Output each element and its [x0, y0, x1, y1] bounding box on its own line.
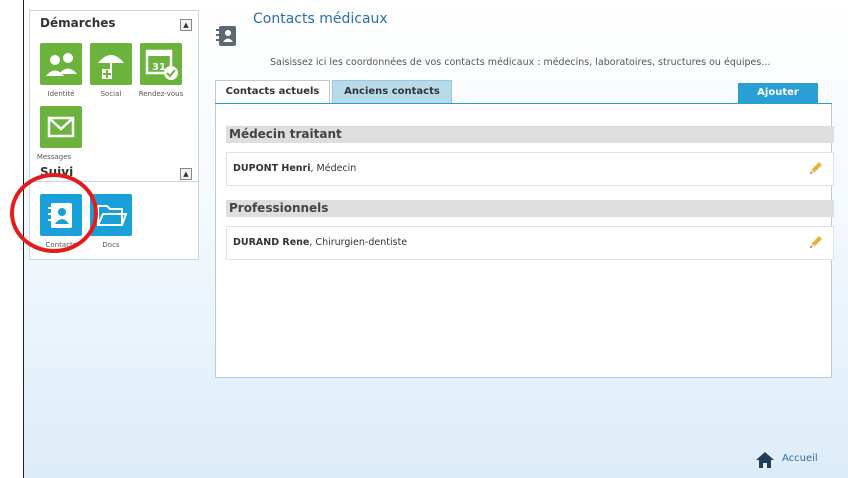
- contact-role: , Chirurgien-dentiste: [309, 237, 408, 248]
- tab-contacts-actuels[interactable]: Contacts actuels: [215, 80, 330, 104]
- people-icon: [46, 53, 77, 76]
- page-subtitle: Saisissez ici les coordonnées de vos con…: [270, 57, 771, 68]
- messages-label: Messages: [36, 153, 72, 161]
- identite-tile[interactable]: [40, 43, 82, 85]
- contact-row[interactable]: DUPONT Henri, Médecin: [226, 152, 834, 186]
- messages-tile[interactable]: [40, 106, 82, 148]
- collapse-suivi-button[interactable]: ▲: [180, 168, 192, 180]
- social-label: Social: [100, 90, 122, 98]
- group-title-medecin-traitant: Médecin traitant: [226, 126, 834, 143]
- identite-label: Identité: [47, 90, 75, 98]
- highlight-circle: [10, 173, 98, 253]
- envelope-icon: [47, 116, 75, 138]
- home-link[interactable]: Accueil: [782, 453, 818, 464]
- tab-anciens-contacts[interactable]: Anciens contacts: [332, 80, 452, 104]
- section-title-demarches: Démarches: [40, 16, 116, 30]
- contact-name: DURAND Rene: [233, 237, 310, 248]
- sidebar: Démarches ▲ Identité Social 31 Rendez-vo…: [10, 10, 199, 260]
- edit-pencil-icon[interactable]: [807, 235, 823, 251]
- social-tile[interactable]: [90, 43, 132, 85]
- collapse-demarches-button[interactable]: ▲: [180, 19, 192, 31]
- calendar-check-icon: 31: [145, 49, 178, 80]
- rendez-vous-label: Rendez-vous: [138, 90, 184, 98]
- contacts-title-icon: [215, 25, 237, 47]
- contact-row[interactable]: DURAND Rene, Chirurgien-dentiste: [226, 226, 834, 260]
- edit-pencil-icon[interactable]: [807, 161, 823, 177]
- rendez-vous-tile[interactable]: 31: [140, 43, 182, 85]
- contact-name: DUPONT Henri: [233, 163, 311, 174]
- group-title-professionnels: Professionnels: [226, 200, 834, 217]
- contact-role: , Médecin: [310, 163, 357, 174]
- docs-label: Docs: [102, 241, 120, 249]
- add-contact-button[interactable]: Ajouter: [738, 83, 818, 103]
- umbrella-plus-icon: [98, 55, 124, 79]
- page-title: Contacts médicaux: [253, 11, 388, 27]
- svg-text:31: 31: [152, 62, 166, 73]
- home-icon[interactable]: [755, 451, 775, 469]
